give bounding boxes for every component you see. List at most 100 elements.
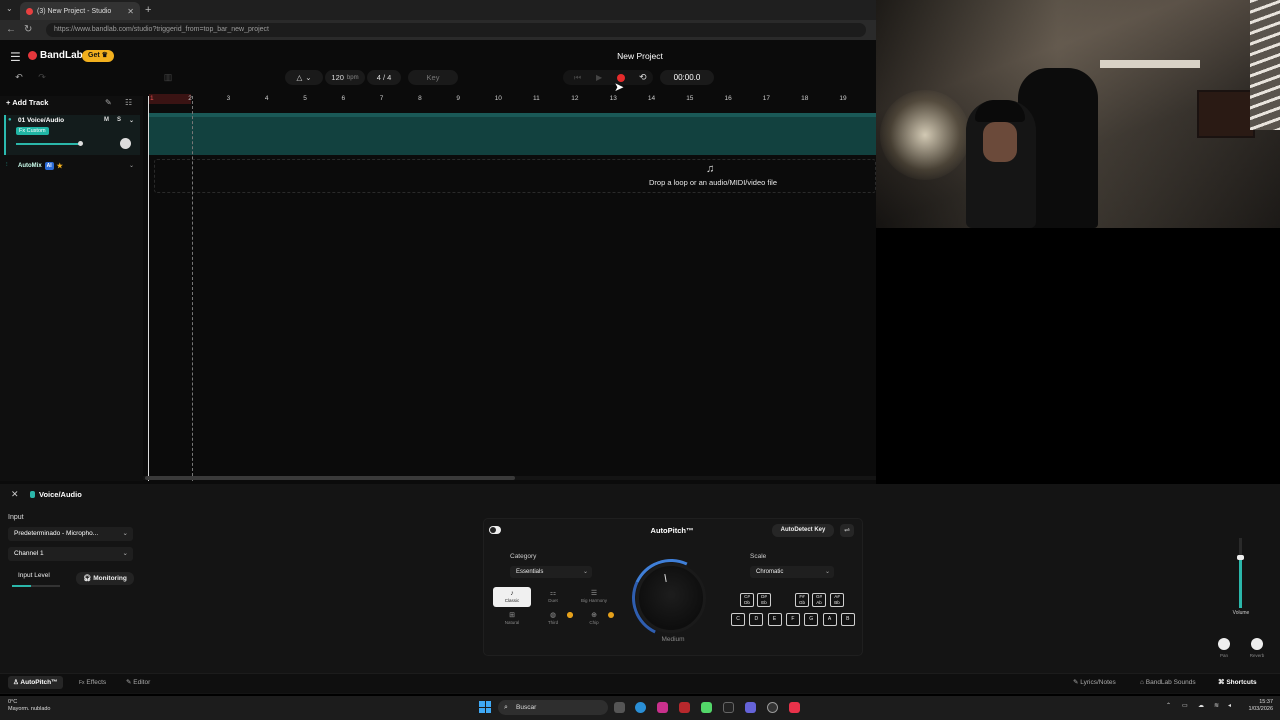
bar-number[interactable]: 10 [495, 95, 502, 102]
taskbar-search[interactable]: ⌕ Buscar [498, 700, 608, 715]
key-natural[interactable]: D [749, 613, 764, 626]
key-natural[interactable]: G [804, 613, 819, 626]
tab-lyrics-notes[interactable]: ✎ Lyrics/Notes [1068, 676, 1121, 689]
key-natural[interactable]: A [822, 613, 837, 626]
close-panel-icon[interactable]: ✕ [11, 489, 19, 500]
loop-icon[interactable]: ⟲ [639, 72, 647, 83]
key-natural[interactable]: B [840, 613, 855, 626]
bar-number[interactable]: 17 [763, 95, 770, 102]
channel-select[interactable]: Channel 1 ⌄ [8, 547, 133, 561]
bar-number[interactable]: 4 [265, 95, 269, 102]
tempo-field[interactable]: 120 bpm [325, 70, 365, 85]
fx-custom-badge[interactable]: Fx Custom [16, 127, 49, 135]
preset-chip[interactable]: ⊕ Chip [575, 609, 613, 629]
audio-track-lane[interactable] [148, 113, 876, 155]
key-sharp[interactable]: G# Ab [812, 593, 826, 607]
key-sharp[interactable]: D# Eb [757, 593, 771, 607]
bar-number[interactable]: 14 [648, 95, 655, 102]
track-settings-icon[interactable]: ☷ [125, 98, 132, 107]
wifi-icon[interactable]: ≋ [1214, 702, 1219, 709]
monitoring-button[interactable]: 🎧︎ Monitoring [76, 572, 134, 585]
kick-icon[interactable] [701, 702, 712, 713]
bar-number[interactable]: 6 [342, 95, 346, 102]
bar-number[interactable]: 19 [839, 95, 846, 102]
autopitch-toggle[interactable] [489, 526, 501, 534]
bar-number[interactable]: 13 [610, 95, 617, 102]
windows-start-icon[interactable] [479, 701, 491, 713]
key-natural[interactable]: E [767, 613, 782, 626]
bar-number[interactable]: 8 [418, 95, 422, 102]
preset-third[interactable]: ◍ Third [534, 609, 572, 629]
key-sharp[interactable]: C# Db [740, 593, 754, 607]
key-natural[interactable]: F [785, 613, 800, 626]
track-volume-thumb[interactable] [78, 141, 83, 146]
scale-select[interactable]: Chromatic ⌄ [750, 566, 834, 578]
preset-big-harmony[interactable]: ☰ Big Harmony [575, 587, 613, 607]
playhead[interactable] [148, 96, 149, 481]
undo-icon[interactable]: ↶ [9, 72, 29, 84]
sliders-icon[interactable]: ⇌ [840, 524, 854, 537]
skip-back-icon[interactable]: ⏮ [574, 73, 581, 83]
drop-zone[interactable] [154, 159, 876, 193]
automix-row[interactable]: AutoMix AI ★ [18, 162, 63, 170]
track-options-chevron-icon[interactable]: ⌄ [129, 117, 134, 124]
tiktok-icon[interactable] [723, 702, 734, 713]
loop-region-marker[interactable] [149, 94, 191, 104]
time-signature-field[interactable]: 4 / 4 [367, 70, 401, 85]
tab-search-icon[interactable]: ⌄ [6, 4, 13, 13]
speaker-icon[interactable]: ◂ [1228, 702, 1231, 709]
menu-icon[interactable]: ☰ [10, 50, 21, 64]
key-sharp[interactable]: A# Bb [830, 593, 844, 607]
bar-number[interactable]: 11 [533, 95, 540, 102]
category-select[interactable]: Essentials ⌄ [510, 566, 592, 578]
mixer-icon[interactable]: ▥ [158, 72, 178, 84]
cloud-icon[interactable]: ☁ [1198, 702, 1204, 709]
bar-number[interactable]: 12 [571, 95, 578, 102]
tray-chevron-icon[interactable]: ⌃ [1166, 702, 1171, 709]
redo-icon[interactable]: ↷ [32, 72, 52, 84]
key-sharp[interactable]: F# Gb [795, 593, 809, 607]
bar-number[interactable]: 1 [150, 95, 154, 102]
metronome-button[interactable]: △ ⌄ [285, 70, 323, 85]
track-volume-slider[interactable] [16, 143, 80, 145]
system-clock[interactable]: 15:37 1/03/2026 [1241, 699, 1273, 713]
messenger-icon[interactable] [745, 702, 756, 713]
play-icon[interactable]: ▶ [596, 73, 602, 82]
file-explorer-icon[interactable] [614, 702, 625, 713]
correction-knob[interactable] [636, 563, 706, 633]
reverb-knob[interactable] [1251, 638, 1263, 650]
get-membership-button[interactable]: Get ♛ [82, 50, 114, 62]
solo-button[interactable]: S [117, 117, 121, 123]
horizontal-scrollbar[interactable] [145, 476, 515, 480]
youtube-icon[interactable] [679, 702, 690, 713]
weather-widget[interactable]: 0°C Mayorm. nublado [8, 699, 51, 713]
instagram-icon[interactable] [657, 702, 668, 713]
bandlab-logo[interactable]: BandLab [28, 50, 83, 61]
autodetect-key-button[interactable]: AutoDetect Key [772, 524, 834, 537]
mute-button[interactable]: M [104, 117, 109, 123]
project-title[interactable]: New Project [600, 51, 680, 61]
tab-autopitch[interactable]: ♙ AutoPitch™ [8, 676, 63, 689]
bar-number[interactable]: 15 [686, 95, 693, 102]
track-pan-knob[interactable] [120, 138, 131, 149]
input-device-select[interactable]: Predeterminado - Micropho... ⌄ [8, 527, 133, 541]
add-track-button[interactable]: + Add Track [6, 98, 60, 110]
key-button[interactable]: Key [408, 70, 458, 85]
bar-number[interactable]: 9 [456, 95, 460, 102]
tab-editor[interactable]: ✎ Editor [121, 676, 155, 689]
new-tab-icon[interactable]: + [145, 4, 151, 16]
chrome-icon[interactable] [767, 702, 778, 713]
bar-number[interactable]: 5 [303, 95, 307, 102]
reload-icon[interactable]: ↻ [24, 24, 32, 35]
pan-knob[interactable] [1218, 638, 1230, 650]
automix-chevron-icon[interactable]: ⌄ [129, 162, 134, 169]
close-tab-icon[interactable]: ✕ [127, 7, 134, 16]
bar-number[interactable]: 18 [801, 95, 808, 102]
volume-thumb[interactable] [1237, 555, 1244, 560]
url-input[interactable]: https://www.bandlab.com/studio?triggerid… [46, 23, 866, 37]
track-name[interactable]: 01 Voice/Audio [18, 117, 64, 124]
shortcuts-button[interactable]: ⌘ Shortcuts [1218, 676, 1257, 689]
monitor-icon[interactable]: ▭ [1182, 702, 1188, 709]
browser-tab[interactable]: (3) New Project - Studio ✕ [20, 2, 140, 20]
edge-icon[interactable] [635, 702, 646, 713]
